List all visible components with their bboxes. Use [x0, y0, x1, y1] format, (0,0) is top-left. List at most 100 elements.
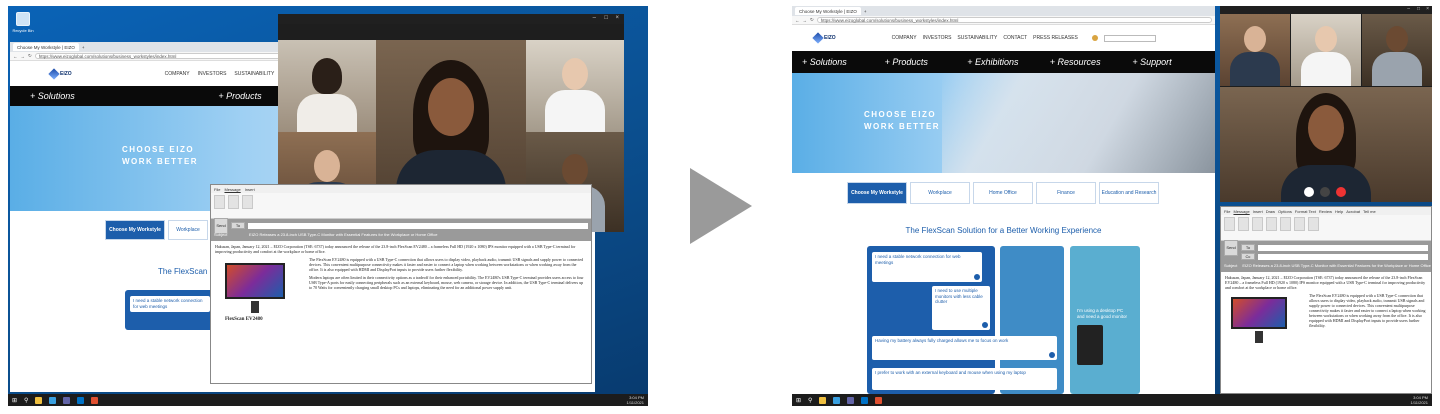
system-tray[interactable]: 3:04 PM 1/11/2021	[1411, 395, 1429, 405]
top-link-investors[interactable]: INVESTORS	[923, 35, 952, 41]
participant-tile-2[interactable]	[1291, 14, 1361, 86]
refresh-icon[interactable]: ↻	[28, 53, 32, 59]
card-keyboard[interactable]: I prefer to work with an external keyboa…	[872, 368, 1057, 390]
to-field[interactable]	[248, 222, 588, 229]
include-button[interactable]	[1266, 217, 1277, 231]
nav-exhibitions[interactable]: + Exhibitions	[967, 57, 1050, 67]
eizo-logo[interactable]: EIZO	[48, 67, 72, 80]
back-icon[interactable]: ←	[13, 54, 18, 59]
ribbon-tab-options[interactable]: Options	[1278, 209, 1292, 214]
new-tab-icon[interactable]: +	[82, 45, 85, 50]
ribbon-tab-file[interactable]: File	[214, 187, 220, 192]
search-input[interactable]	[1103, 34, 1156, 42]
dictate-button[interactable]	[1308, 217, 1319, 231]
top-link-sustainability[interactable]: SUSTAINABILITY	[234, 71, 274, 77]
paste-button[interactable]	[214, 195, 225, 209]
card-battery[interactable]: Having my battery always fully charged a…	[872, 336, 1057, 360]
outlook-icon[interactable]	[861, 396, 869, 404]
ribbon-tab-format[interactable]: Format Text	[1295, 209, 1316, 214]
to-field[interactable]	[1258, 244, 1428, 251]
forward-icon[interactable]: →	[803, 18, 808, 23]
participant-tile-3[interactable]	[526, 40, 624, 132]
ribbon-tab-help[interactable]: Help	[1335, 209, 1343, 214]
nav-solutions[interactable]: + Solutions	[30, 91, 218, 101]
tab-choose-my-workstyle[interactable]: Choose My Workstyle	[847, 182, 907, 204]
ribbon-tab-acrobat[interactable]: Acrobat	[1346, 209, 1360, 214]
participant-tile-3[interactable]	[1362, 14, 1432, 86]
refresh-icon[interactable]: ↻	[810, 17, 814, 23]
end-call-button[interactable]	[1336, 187, 1346, 197]
paste-button[interactable]	[1224, 217, 1235, 231]
close-icon[interactable]: ×	[1426, 6, 1429, 12]
tab-finance[interactable]: Finance	[1036, 182, 1096, 204]
explorer-icon[interactable]	[819, 396, 827, 404]
ribbon-tab-file[interactable]: File	[1224, 209, 1230, 214]
ribbon-tab-message[interactable]: Message	[1233, 209, 1249, 214]
card-desktop-pc[interactable]: I'm using a desktop PC and need a good m…	[1074, 306, 1134, 390]
subject-field[interactable]: EIZO Releases a 23.8-inch USB Type-C Mon…	[247, 232, 588, 238]
ribbon-tab-insert[interactable]: Insert	[245, 187, 255, 192]
maximize-icon[interactable]: □	[604, 15, 608, 21]
app-icon[interactable]	[875, 396, 883, 404]
message-body[interactable]: Hakusan, Japan, January 12, 2021 – EIZO …	[1221, 272, 1431, 382]
language-icon[interactable]	[1091, 35, 1098, 41]
ribbon-tab-tell-me[interactable]: Tell me	[1363, 209, 1376, 214]
tab-choose-my-workstyle[interactable]: Choose My Workstyle	[105, 220, 165, 240]
subject-field[interactable]: EIZO Releases a 23.8-inch USB Type-C Mon…	[1240, 263, 1431, 269]
send-button[interactable]: Send	[1224, 239, 1238, 256]
recycle-bin-icon[interactable]	[16, 12, 30, 26]
ribbon-tab-insert[interactable]: Insert	[1253, 209, 1263, 214]
participant-tile-main[interactable]	[1220, 87, 1432, 202]
app-icon[interactable]	[91, 396, 99, 404]
top-link-company[interactable]: COMPANY	[165, 71, 190, 77]
minimize-icon[interactable]: –	[593, 15, 596, 21]
outlook-icon[interactable]	[77, 396, 85, 404]
maximize-icon[interactable]: □	[1417, 6, 1420, 12]
search-icon[interactable]: ⚲	[24, 397, 28, 404]
back-icon[interactable]: ←	[795, 18, 800, 23]
explorer-icon[interactable]	[35, 396, 43, 404]
edge-icon[interactable]	[833, 396, 841, 404]
cc-field[interactable]	[1258, 253, 1428, 260]
names-button[interactable]	[1252, 217, 1263, 231]
start-icon[interactable]: ⊞	[12, 397, 17, 404]
close-icon[interactable]: ×	[615, 15, 619, 21]
font-button[interactable]	[228, 195, 239, 209]
nav-resources[interactable]: + Resources	[1050, 57, 1133, 67]
edge-icon[interactable]	[49, 396, 57, 404]
teams-icon[interactable]	[63, 396, 71, 404]
message-body[interactable]: Hakusan, Japan, January 12, 2021 – EIZO …	[211, 241, 591, 330]
card-network[interactable]: I need a stable network connection for w…	[872, 252, 982, 282]
participant-tile-1[interactable]	[1220, 14, 1290, 86]
mic-button[interactable]	[1304, 187, 1314, 197]
attach-button[interactable]	[1280, 217, 1291, 231]
browser-tab[interactable]: Choose My Workstyle | EIZO	[795, 7, 861, 15]
system-tray[interactable]: 3:04 PM 1/11/2021	[627, 395, 645, 405]
start-icon[interactable]: ⊞	[796, 397, 801, 404]
nav-solutions[interactable]: + Solutions	[802, 57, 885, 67]
new-tab-icon[interactable]: +	[864, 9, 867, 14]
cc-button[interactable]: Cc	[1241, 253, 1255, 260]
url-input[interactable]: https://www.eizoglobal.com/solutions/bus…	[816, 17, 1212, 23]
forward-icon[interactable]: →	[21, 54, 26, 59]
nav-products[interactable]: + Products	[885, 57, 968, 67]
nav-support[interactable]: + Support	[1132, 57, 1215, 67]
ribbon-tab-message[interactable]: Message	[224, 187, 240, 192]
top-link-investors[interactable]: INVESTORS	[198, 71, 227, 77]
format-button[interactable]	[242, 195, 253, 209]
minimize-icon[interactable]: –	[1407, 6, 1410, 12]
card-multiple-monitors[interactable]: I need to use multiple monitors with les…	[932, 286, 990, 330]
tab-workplace[interactable]: Workplace	[168, 220, 208, 240]
tab-education[interactable]: Education and Research	[1099, 182, 1159, 204]
ribbon-tab-review[interactable]: Review	[1319, 209, 1332, 214]
ribbon-tab-draw[interactable]: Draw	[1266, 209, 1275, 214]
participant-tile-1[interactable]	[278, 40, 376, 132]
tab-home-office[interactable]: Home Office	[973, 182, 1033, 204]
top-link-company[interactable]: COMPANY	[892, 35, 917, 41]
top-link-press[interactable]: PRESS RELEASES	[1033, 35, 1078, 41]
search-icon[interactable]: ⚲	[808, 397, 812, 404]
tab-workplace[interactable]: Workplace	[910, 182, 970, 204]
to-button[interactable]: To	[231, 222, 245, 229]
eizo-logo[interactable]: EIZO	[812, 32, 836, 44]
teams-icon[interactable]	[847, 396, 855, 404]
